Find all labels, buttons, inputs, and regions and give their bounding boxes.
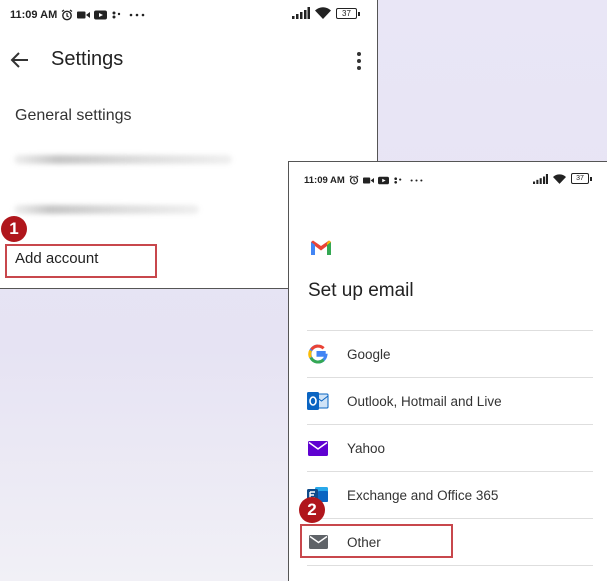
dots-notification-icon: [112, 11, 121, 19]
alarm-icon: [61, 9, 73, 21]
battery-icon: 37: [571, 173, 592, 184]
gmail-logo-icon: [311, 240, 331, 255]
back-arrow-icon[interactable]: [10, 51, 30, 69]
signal-icon: [292, 7, 310, 19]
status-bar: 11:09 AM 37: [289, 172, 607, 188]
provider-label: Exchange and Office 365: [347, 487, 499, 503]
provider-yahoo[interactable]: Yahoo: [307, 425, 607, 471]
more-notifications-icon: [410, 178, 423, 182]
battery-icon: 37: [336, 7, 360, 19]
add-account-item[interactable]: Add account: [15, 250, 98, 267]
account-2-redacted[interactable]: [14, 205, 199, 214]
other-highlight: [300, 524, 453, 558]
more-options-icon[interactable]: [357, 52, 361, 70]
more-notifications-icon: [129, 13, 145, 17]
video-icon: [362, 177, 374, 183]
page-title: Settings: [51, 48, 124, 70]
status-time: 11:09 AM: [10, 9, 58, 21]
provider-label: Yahoo: [347, 440, 386, 456]
wifi-icon: [315, 7, 331, 19]
google-icon: [307, 343, 329, 365]
status-time: 11:09 AM: [304, 174, 345, 186]
yahoo-icon: [307, 437, 329, 459]
provider-label: Google: [347, 346, 391, 362]
account-1-redacted[interactable]: [14, 155, 232, 164]
alarm-icon: [349, 175, 359, 185]
general-settings-item[interactable]: General settings: [15, 107, 132, 125]
provider-label: Outlook, Hotmail and Live: [347, 393, 502, 409]
youtube-icon: [94, 10, 108, 20]
outlook-icon: [307, 390, 329, 412]
status-bar: 11:09 AM 37: [0, 6, 377, 24]
provider-google[interactable]: Google: [307, 331, 607, 377]
page-title: Set up email: [308, 280, 414, 301]
video-icon: [77, 11, 91, 19]
provider-exchange[interactable]: Exchange and Office 365: [307, 472, 607, 518]
wifi-icon: [553, 173, 566, 184]
step-marker-1: 1: [1, 216, 27, 242]
signal-icon: [533, 173, 548, 184]
provider-outlook[interactable]: Outlook, Hotmail and Live: [307, 378, 607, 424]
step-marker-2: 2: [299, 497, 325, 523]
setup-email-screen: 11:09 AM 37 Set up email Google Outlook,…: [288, 161, 607, 581]
dots-notification-icon: [394, 176, 402, 184]
youtube-icon: [377, 176, 389, 184]
